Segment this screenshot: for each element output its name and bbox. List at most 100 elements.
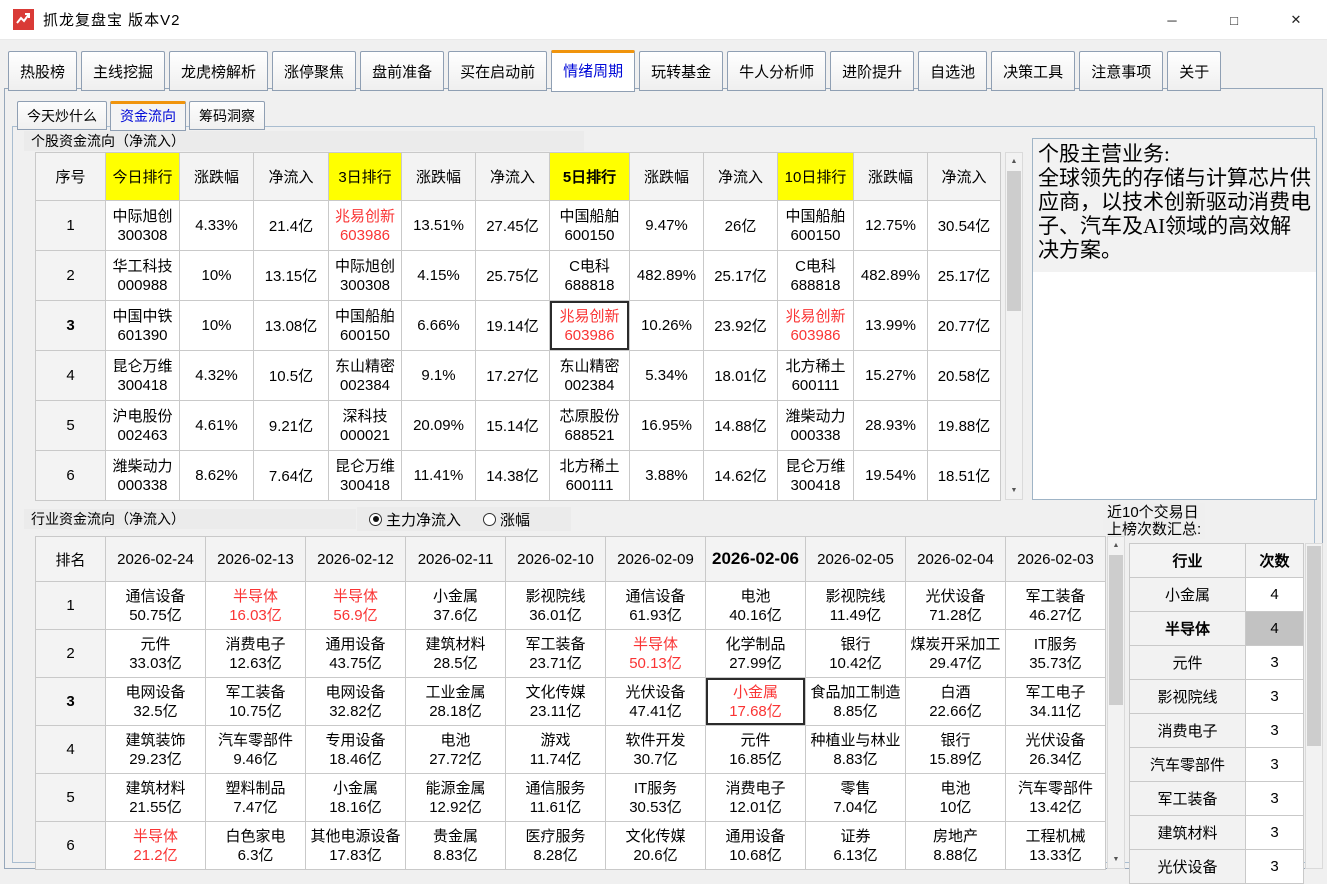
scroll-up-icon[interactable]: ▲ xyxy=(1108,537,1124,554)
stock-name-cell[interactable]: 中际旭创300308 xyxy=(329,251,402,301)
main-tab-2[interactable]: 主线挖掘 xyxy=(81,51,165,91)
industry-cell[interactable]: 工程机械13.33亿 xyxy=(1006,822,1106,870)
summary-industry-cell[interactable]: 小金属 xyxy=(1130,578,1246,612)
industry-cell[interactable]: 零售7.04亿 xyxy=(806,774,906,822)
stock-name-cell[interactable]: 中国船舶600150 xyxy=(329,301,402,351)
industry-cell[interactable]: 种植业与林业8.83亿 xyxy=(806,726,906,774)
stock-name-cell[interactable]: 中国船舶600150 xyxy=(778,201,854,251)
rank-cell[interactable]: 5 xyxy=(36,774,106,822)
industry-cell[interactable]: 小金属17.68亿 xyxy=(706,678,806,726)
seq-cell[interactable]: 5 xyxy=(36,401,106,451)
industry-cell[interactable]: 建筑材料28.5亿 xyxy=(406,630,506,678)
seq-cell[interactable]: 4 xyxy=(36,351,106,401)
industry-cell[interactable]: 消费电子12.63亿 xyxy=(206,630,306,678)
industry-cell[interactable]: 电池40.16亿 xyxy=(706,582,806,630)
summary-count-cell[interactable]: 3 xyxy=(1246,850,1304,884)
scroll-up-icon[interactable]: ▲ xyxy=(1006,153,1022,170)
close-button[interactable]: ✕ xyxy=(1265,0,1327,40)
industry-cell[interactable]: 医疗服务8.28亿 xyxy=(506,822,606,870)
industry-cell[interactable]: 能源金属12.92亿 xyxy=(406,774,506,822)
summary-count-cell[interactable]: 4 xyxy=(1246,578,1304,612)
flow-cell[interactable]: 13.08亿 xyxy=(254,301,329,351)
stock-table-scrollbar[interactable]: ▲ ▼ xyxy=(1005,152,1023,500)
pct-cell[interactable]: 19.54% xyxy=(854,451,928,501)
pct-cell[interactable]: 482.89% xyxy=(854,251,928,301)
main-tab-6[interactable]: 买在启动前 xyxy=(448,51,547,91)
stock-name-cell[interactable]: 北方稀土600111 xyxy=(550,451,630,501)
flow-cell[interactable]: 19.14亿 xyxy=(476,301,550,351)
stock-name-cell[interactable]: 昆仑万维300418 xyxy=(106,351,180,401)
main-tab-7[interactable]: 情绪周期 xyxy=(551,50,635,92)
industry-cell[interactable]: 通用设备43.75亿 xyxy=(306,630,406,678)
flow-cell[interactable]: 26亿 xyxy=(704,201,778,251)
industry-cell[interactable]: 白酒22.66亿 xyxy=(906,678,1006,726)
pct-cell[interactable]: 4.15% xyxy=(402,251,476,301)
scroll-thumb[interactable] xyxy=(1109,555,1123,705)
stock-name-cell[interactable]: 中国中铁601390 xyxy=(106,301,180,351)
main-tab-11[interactable]: 自选池 xyxy=(918,51,987,91)
industry-cell[interactable]: 煤炭开采加工29.47亿 xyxy=(906,630,1006,678)
flow-cell[interactable]: 25.17亿 xyxy=(704,251,778,301)
industry-cell[interactable]: 元件33.03亿 xyxy=(106,630,206,678)
industry-cell[interactable]: 证券6.13亿 xyxy=(806,822,906,870)
pct-cell[interactable]: 9.1% xyxy=(402,351,476,401)
pct-cell[interactable]: 10% xyxy=(180,301,254,351)
scroll-down-icon[interactable]: ▼ xyxy=(1006,482,1022,499)
summary-count-cell[interactable]: 3 xyxy=(1246,748,1304,782)
main-tab-1[interactable]: 热股榜 xyxy=(8,51,77,91)
flow-cell[interactable]: 14.88亿 xyxy=(704,401,778,451)
industry-cell[interactable]: 军工装备23.71亿 xyxy=(506,630,606,678)
industry-cell[interactable]: 专用设备18.46亿 xyxy=(306,726,406,774)
sub-tab-1[interactable]: 今天炒什么 xyxy=(17,101,107,130)
stock-name-cell[interactable]: 潍柴动力000338 xyxy=(778,401,854,451)
industry-cell[interactable]: 银行10.42亿 xyxy=(806,630,906,678)
industry-table-scrollbar[interactable]: ▲ ▼ xyxy=(1107,536,1125,869)
stock-name-cell[interactable]: 兆易创新603986 xyxy=(778,301,854,351)
flow-type-radio-2[interactable]: 涨幅 xyxy=(483,509,530,530)
industry-cell[interactable]: 汽车零部件13.42亿 xyxy=(1006,774,1106,822)
scroll-thumb[interactable] xyxy=(1307,546,1321,746)
stock-name-cell[interactable]: 沪电股份002463 xyxy=(106,401,180,451)
pct-cell[interactable]: 4.33% xyxy=(180,201,254,251)
flow-cell[interactable]: 18.51亿 xyxy=(928,451,1001,501)
flow-cell[interactable]: 14.62亿 xyxy=(704,451,778,501)
flow-cell[interactable]: 21.4亿 xyxy=(254,201,329,251)
main-tab-5[interactable]: 盘前准备 xyxy=(360,51,444,91)
stock-name-cell[interactable]: 中际旭创300308 xyxy=(106,201,180,251)
minimize-button[interactable]: ─ xyxy=(1141,0,1203,40)
industry-cell[interactable]: 通信设备61.93亿 xyxy=(606,582,706,630)
summary-count-cell[interactable]: 3 xyxy=(1246,680,1304,714)
flow-cell[interactable]: 15.14亿 xyxy=(476,401,550,451)
stock-name-cell[interactable]: 东山精密002384 xyxy=(550,351,630,401)
main-tab-14[interactable]: 关于 xyxy=(1167,51,1221,91)
industry-cell[interactable]: 贵金属8.83亿 xyxy=(406,822,506,870)
rank-cell[interactable]: 3 xyxy=(36,678,106,726)
pct-cell[interactable]: 13.51% xyxy=(402,201,476,251)
flow-type-radio-1[interactable]: 主力净流入 xyxy=(369,509,461,530)
summary-count-cell[interactable]: 3 xyxy=(1246,646,1304,680)
stock-name-cell[interactable]: 东山精密002384 xyxy=(329,351,402,401)
industry-cell[interactable]: 光伏设备47.41亿 xyxy=(606,678,706,726)
industry-cell[interactable]: 软件开发30.7亿 xyxy=(606,726,706,774)
industry-cell[interactable]: 小金属37.6亿 xyxy=(406,582,506,630)
stock-name-cell[interactable]: C电科688818 xyxy=(778,251,854,301)
industry-cell[interactable]: 化学制品27.99亿 xyxy=(706,630,806,678)
stock-name-cell[interactable]: 兆易创新603986 xyxy=(550,301,630,351)
industry-cell[interactable]: 电池10亿 xyxy=(906,774,1006,822)
flow-cell[interactable]: 27.45亿 xyxy=(476,201,550,251)
flow-cell[interactable]: 23.92亿 xyxy=(704,301,778,351)
industry-cell[interactable]: 建筑材料21.55亿 xyxy=(106,774,206,822)
seq-cell[interactable]: 1 xyxy=(36,201,106,251)
seq-cell[interactable]: 3 xyxy=(36,301,106,351)
scroll-thumb[interactable] xyxy=(1007,171,1021,311)
industry-cell[interactable]: 半导体56.9亿 xyxy=(306,582,406,630)
rank-cell[interactable]: 4 xyxy=(36,726,106,774)
flow-cell[interactable]: 10.5亿 xyxy=(254,351,329,401)
summary-industry-cell[interactable]: 光伏设备 xyxy=(1130,850,1246,884)
stock-name-cell[interactable]: 昆仑万维300418 xyxy=(778,451,854,501)
summary-industry-cell[interactable]: 影视院线 xyxy=(1130,680,1246,714)
main-tab-13[interactable]: 注意事项 xyxy=(1079,51,1163,91)
pct-cell[interactable]: 6.66% xyxy=(402,301,476,351)
flow-cell[interactable]: 17.27亿 xyxy=(476,351,550,401)
industry-cell[interactable]: 塑料制品7.47亿 xyxy=(206,774,306,822)
